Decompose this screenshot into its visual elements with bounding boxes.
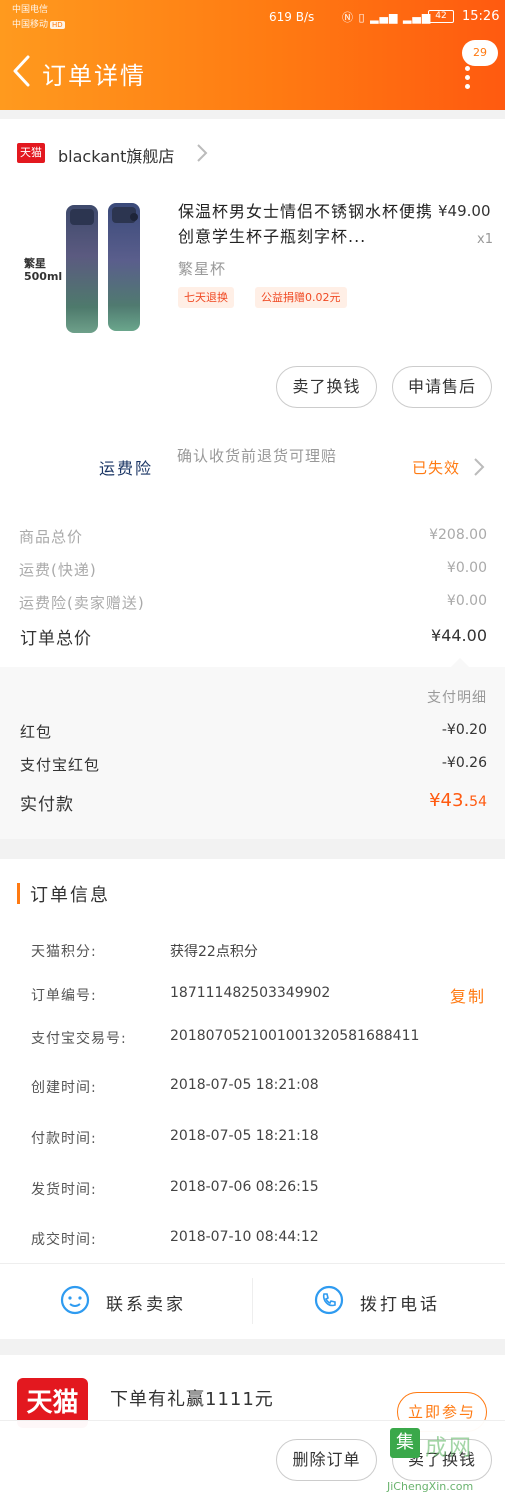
watermark-url: JiChengXin.com xyxy=(387,1480,474,1493)
watermark-box: 集 xyxy=(390,1428,420,1458)
back-arrow-icon[interactable] xyxy=(10,54,34,88)
sell-exchange-button[interactable]: 卖了换钱 xyxy=(276,366,377,408)
nfc-icon: Ⓝ xyxy=(342,11,354,24)
info-label-order-number: 订单编号: xyxy=(31,988,97,1004)
info-label-created: 创建时间: xyxy=(31,1080,97,1096)
shop-name-link[interactable]: blackant旗舰店 xyxy=(58,143,174,167)
tag-seven-day-return: 七天退换 xyxy=(178,287,234,308)
promo-text: 下单有礼赢1111元 xyxy=(110,1389,274,1410)
contact-seller-button[interactable]: 联系卖家 xyxy=(0,1264,252,1340)
status-icons: Ⓝ ▯ ▂▄▆ ▂▄▆ xyxy=(342,9,431,25)
tmall-shop-badge: 天猫 xyxy=(17,143,45,163)
info-value-paid: 2018-07-05 18:21:18 xyxy=(170,1128,319,1144)
info-label-completed: 成交时间: xyxy=(31,1232,97,1248)
fee-value-shipping: ¥0.00 xyxy=(446,560,487,576)
bottle-shape-2 xyxy=(108,203,140,331)
clock: 15:26 xyxy=(462,9,500,24)
order-total-label: 订单总价 xyxy=(20,629,92,649)
phone-icon xyxy=(314,1285,344,1315)
copy-order-number-button[interactable]: 复制 xyxy=(450,983,486,1007)
order-info-card xyxy=(0,859,505,1263)
tag-charity-donation: 公益捐赠0.02元 xyxy=(255,287,347,308)
vibrate-icon: ▯ xyxy=(358,11,366,24)
chevron-right-icon[interactable] xyxy=(196,143,208,163)
info-value-alipay-trade: 2018070521001001320581688411 xyxy=(170,1028,420,1044)
message-count-badge[interactable]: 29 xyxy=(462,40,498,66)
payment-value-alipay-red-packet: -¥0.26 xyxy=(441,755,487,771)
carrier-2: 中国移动 HD xyxy=(12,20,65,30)
info-value-created: 2018-07-05 18:21:08 xyxy=(170,1077,319,1093)
call-phone-label: 拨打电话 xyxy=(360,1295,440,1315)
info-label-alipay-trade: 支付宝交易号: xyxy=(31,1031,127,1047)
insurance-status: 已失效 xyxy=(412,459,461,477)
watermark-logo: 集 成网 JiChengXin.com xyxy=(385,1428,503,1498)
payment-value-red-packet: -¥0.20 xyxy=(441,722,487,738)
fee-label-goods: 商品总价 xyxy=(19,528,84,546)
payment-label-alipay-red-packet: 支付宝红包 xyxy=(20,756,101,774)
section-accent-bar xyxy=(17,883,20,904)
info-label-paid: 付款时间: xyxy=(31,1131,97,1147)
info-value-order-number: 187111482503349902 xyxy=(170,985,331,1001)
page-title: 订单详情 xyxy=(42,62,146,90)
delete-order-button[interactable]: 删除订单 xyxy=(276,1439,377,1481)
chevron-right-icon[interactable] xyxy=(473,457,485,477)
order-total-value: ¥44.00 xyxy=(431,626,487,645)
insurance-description: 确认收货前退货可理赔 xyxy=(177,447,338,465)
payment-detail-title: 支付明细 xyxy=(427,690,487,706)
signal-icon: ▂▄▆ xyxy=(370,11,399,24)
battery-icon: 42 xyxy=(428,10,454,23)
contact-seller-label: 联系卖家 xyxy=(106,1295,186,1315)
fee-label-insurance: 运费险(卖家赠送) xyxy=(19,594,145,612)
fee-value-insurance: ¥0.00 xyxy=(446,593,487,609)
info-value-shipped: 2018-07-06 08:26:15 xyxy=(170,1179,319,1195)
product-price: ¥49.00 xyxy=(438,202,491,220)
product-quantity: x1 xyxy=(477,232,493,247)
paid-amount-label: 实付款 xyxy=(20,795,74,815)
order-info-title: 订单信息 xyxy=(30,885,110,906)
product-image-label: 繁星 500ml xyxy=(24,257,63,283)
product-title[interactable]: 保温杯男女士情侣不锈钢水杯便携创意学生杯子瓶刻字杯... xyxy=(178,199,438,249)
insurance-label: 运费险 xyxy=(99,459,154,478)
after-sale-button[interactable]: 申请售后 xyxy=(392,366,492,408)
info-value-completed: 2018-07-10 08:44:12 xyxy=(170,1229,319,1245)
product-image[interactable]: 繁星 500ml xyxy=(18,195,163,340)
more-menu-icon[interactable] xyxy=(462,66,472,90)
fee-label-shipping: 运费(快递) xyxy=(19,561,97,579)
fee-value-goods: ¥208.00 xyxy=(429,527,487,543)
call-phone-button[interactable]: 拨打电话 xyxy=(253,1264,505,1340)
hd-badge: HD xyxy=(50,21,65,29)
payment-label-red-packet: 红包 xyxy=(20,723,53,741)
chat-bubble-icon xyxy=(60,1285,90,1315)
carrier-1: 中国电信 xyxy=(12,5,49,15)
product-variant: 繁星杯 xyxy=(178,260,227,278)
network-speed: 619 B/s xyxy=(269,10,315,24)
info-label-points: 天猫积分: xyxy=(31,944,97,960)
contact-row: 联系卖家 拨打电话 xyxy=(0,1263,505,1339)
info-value-points: 获得22点积分 xyxy=(170,944,258,960)
app-header: 中国电信 中国移动 HD 619 B/s Ⓝ ▯ ▂▄▆ ▂▄▆ 42 15:26… xyxy=(0,0,505,110)
info-label-shipped: 发货时间: xyxy=(31,1182,97,1198)
paid-amount-value: ¥43.54 xyxy=(429,790,487,811)
payment-pointer xyxy=(450,658,470,668)
status-bar: 中国电信 中国移动 HD 619 B/s Ⓝ ▯ ▂▄▆ ▂▄▆ 42 15:26 xyxy=(0,0,505,36)
watermark-text: 成网 xyxy=(425,1436,474,1461)
bottle-shape xyxy=(66,205,98,333)
